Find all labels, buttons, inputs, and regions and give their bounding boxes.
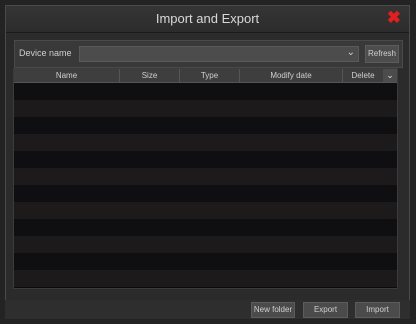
table-row bbox=[14, 270, 397, 287]
dialog-titlebar: Import and Export ✖ bbox=[6, 6, 409, 33]
table-row bbox=[14, 100, 397, 117]
import-button[interactable]: Import bbox=[355, 302, 400, 318]
column-header-size[interactable]: Size bbox=[120, 69, 180, 82]
chevron-down-icon: ⌄ bbox=[346, 47, 355, 58]
table-row bbox=[14, 202, 397, 219]
new-folder-button[interactable]: New folder bbox=[251, 302, 295, 318]
table-body bbox=[14, 83, 397, 287]
export-button[interactable]: Export bbox=[303, 302, 348, 318]
table-row bbox=[14, 134, 397, 151]
table-row bbox=[14, 83, 397, 100]
table-row bbox=[14, 219, 397, 236]
device-row: Device name ⌄ Refresh bbox=[14, 40, 403, 68]
table-row bbox=[14, 117, 397, 134]
column-header-modify-date[interactable]: Modify date bbox=[240, 69, 343, 82]
table-row bbox=[14, 151, 397, 168]
chevron-down-icon[interactable]: ⌄ bbox=[383, 69, 397, 82]
bottom-action-bar bbox=[5, 300, 410, 319]
table-header: Name Size Type Modify date Delete ⌄ bbox=[14, 69, 397, 83]
column-header-delete[interactable]: Delete bbox=[343, 69, 384, 82]
device-name-label: Device name bbox=[19, 48, 72, 58]
table-row bbox=[14, 168, 397, 185]
device-name-select[interactable]: ⌄ bbox=[79, 46, 359, 62]
table-row bbox=[14, 253, 397, 270]
dialog-title: Import and Export bbox=[155, 11, 260, 26]
file-table: Name Size Type Modify date Delete ⌄ bbox=[13, 68, 398, 289]
close-icon[interactable]: ✖ bbox=[387, 8, 401, 28]
column-header-type[interactable]: Type bbox=[180, 69, 240, 82]
column-header-name[interactable]: Name bbox=[14, 69, 120, 82]
refresh-button[interactable]: Refresh bbox=[365, 45, 399, 63]
table-row bbox=[14, 185, 397, 202]
table-row bbox=[14, 236, 397, 253]
